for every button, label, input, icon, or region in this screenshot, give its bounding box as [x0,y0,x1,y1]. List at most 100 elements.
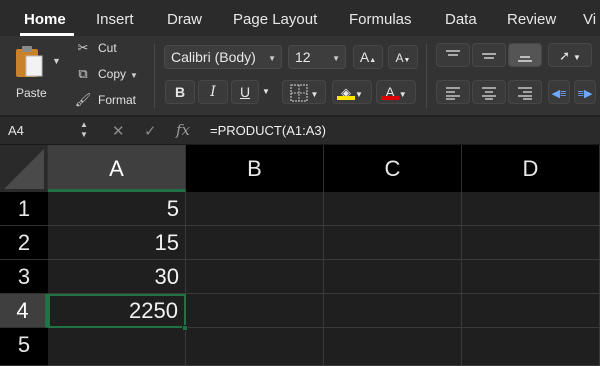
italic-button[interactable]: I [198,80,228,104]
paste-dropdown-chevron-icon[interactable]: ▼ [52,56,61,66]
format-painter-button[interactable]: 🖌 Format [74,92,136,112]
chevron-down-icon: ▼ [572,53,581,62]
paintbrush-icon: 🖌 [74,92,92,107]
tab-insert[interactable]: Insert [96,11,134,28]
orientation-button[interactable]: ➚ ▼ [548,43,592,67]
cell-a5[interactable] [48,328,186,366]
cell-c4[interactable] [324,294,462,328]
decrease-indent-button[interactable]: ◀≡ [548,80,570,104]
cell-b2[interactable] [186,226,324,260]
font-size-value: 12 [295,49,311,65]
align-bottom-icon [518,56,532,63]
paste-button[interactable]: ▼ Paste [8,40,64,110]
ribbon-home-panel: ▼ Paste ✂ Cut ⧉ Copy ▼ 🖌 Format Calibri (Bod… [0,36,600,116]
bold-button[interactable]: B [165,80,195,104]
row-header-5[interactable]: 5 [0,328,48,366]
insert-function-button[interactable]: fx [176,121,190,139]
borders-button[interactable]: ▼ [282,80,326,104]
tab-page-layout[interactable]: Page Layout [233,11,317,28]
group-divider [154,44,155,108]
cell-b1[interactable] [186,192,324,226]
align-middle-button[interactable] [472,43,506,67]
row-header-1[interactable]: 1 [0,192,48,226]
tab-data[interactable]: Data [445,11,477,28]
caret-down-icon: ▼ [403,57,411,64]
underline-dropdown-chevron-icon[interactable]: ▼ [259,80,273,104]
cell-b4[interactable] [186,294,324,328]
cell-d3[interactable] [462,260,600,294]
cell-a2[interactable]: 15 [48,226,186,260]
caret-up-icon: ▲ [369,57,377,64]
cut-label: Cut [98,41,117,55]
cancel-icon[interactable]: ✕ [112,122,125,140]
align-top-button[interactable] [436,43,470,67]
cell-c1[interactable] [324,192,462,226]
grow-font-label: A [359,49,370,65]
align-right-icon [518,87,532,100]
borders-icon [289,84,308,102]
tab-review[interactable]: Review [507,11,556,28]
chevron-down-icon: ▼ [398,90,407,99]
cell-b3[interactable] [186,260,324,294]
select-all-corner[interactable] [0,145,48,192]
font-color-swatch [381,96,399,100]
cell-d2[interactable] [462,226,600,260]
grow-font-button[interactable]: A▲ [353,45,383,69]
cell-c3[interactable] [324,260,462,294]
column-header-a[interactable]: A [48,145,186,192]
cell-a1[interactable]: 5 [48,192,186,226]
increase-indent-button[interactable]: ≡▶ [574,80,596,104]
align-left-button[interactable] [436,80,470,104]
row-header-2[interactable]: 2 [0,226,48,260]
formula-input[interactable]: =PRODUCT(A1:A3) [210,123,326,138]
font-family-value: Calibri (Body) [171,49,256,65]
text-orientation-icon: ➚ [559,48,570,63]
tab-home[interactable]: Home [24,11,66,28]
font-color-button[interactable]: A ▼ [376,80,416,104]
chevron-down-icon: ▼ [268,54,276,63]
shrink-font-label: A [395,51,404,65]
row-header-4[interactable]: 4 [0,294,48,328]
ribbon-tab-bar: Home Insert Draw Page Layout Formulas Da… [0,0,600,36]
fill-color-button[interactable]: ◈ ▼ [332,80,372,104]
font-family-dropdown[interactable]: Calibri (Body) ▼ [164,45,282,69]
column-header-b[interactable]: B [186,145,324,192]
column-header-d[interactable]: D [462,145,600,192]
name-box[interactable]: A4 [8,123,24,138]
copy-dropdown-chevron-icon[interactable]: ▼ [130,71,138,80]
column-header-c[interactable]: C [324,145,462,192]
cell-d4[interactable] [462,294,600,328]
tab-draw[interactable]: Draw [167,11,202,28]
scissors-icon: ✂ [77,40,89,55]
copy-button[interactable]: ⧉ Copy ▼ [74,66,138,86]
cell-c5[interactable] [324,328,462,366]
chevron-down-icon: ▼ [310,90,319,99]
name-box-stepper-icon[interactable]: ▲ ▼ [80,120,88,140]
underline-button[interactable]: U [231,80,259,104]
select-all-triangle-icon [4,149,44,189]
cell-a4-active[interactable]: 2250 [48,294,186,328]
font-size-dropdown[interactable]: 12 ▼ [288,45,346,69]
shrink-font-button[interactable]: A▼ [388,45,418,69]
align-bottom-button[interactable] [508,43,542,67]
cell-a3[interactable]: 30 [48,260,186,294]
chevron-down-icon: ▼ [332,54,340,63]
cell-d1[interactable] [462,192,600,226]
align-middle-icon [482,53,496,60]
formula-bar: A4 ▲ ▼ ✕ ✓ fx =PRODUCT(A1:A3) [0,117,600,145]
decrease-indent-icon: ◀≡ [551,88,567,100]
fill-handle[interactable] [182,325,188,331]
fill-color-swatch [337,96,355,100]
align-center-button[interactable] [472,80,506,104]
checkmark-icon[interactable]: ✓ [144,122,157,140]
spreadsheet-grid: A B C D 1 2 3 4 5 5 15 30 2250 [0,145,600,366]
tab-view[interactable]: Vi [583,11,596,28]
align-right-button[interactable] [508,80,542,104]
tab-formulas[interactable]: Formulas [349,11,412,28]
cell-d5[interactable] [462,328,600,366]
cut-button[interactable]: ✂ Cut [74,40,117,60]
cell-b5[interactable] [186,328,324,366]
cell-c2[interactable] [324,226,462,260]
row-header-3[interactable]: 3 [0,260,48,294]
clipboard-icon [16,46,43,77]
